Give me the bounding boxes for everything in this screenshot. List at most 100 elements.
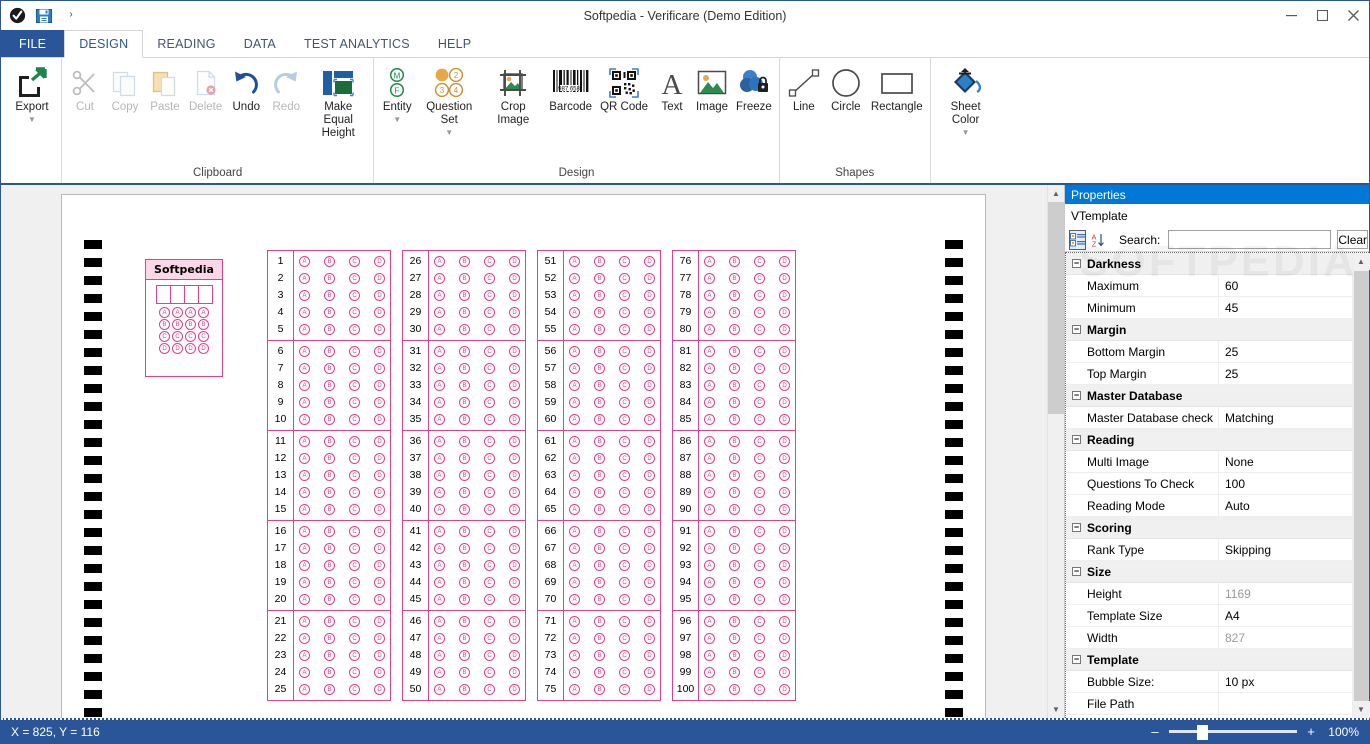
bubble-b[interactable]: B <box>459 560 470 571</box>
bubble-d[interactable]: D <box>374 594 385 605</box>
bubble-a[interactable]: A <box>434 487 445 498</box>
bubble-d[interactable]: D <box>779 560 790 571</box>
redo-button[interactable]: Redo <box>266 62 306 114</box>
property-value[interactable] <box>1218 714 1352 718</box>
bubble-a[interactable]: A <box>434 324 445 335</box>
bubble-a[interactable]: A <box>198 307 209 318</box>
bubble-a[interactable]: A <box>434 290 445 301</box>
scroll-track[interactable] <box>1047 202 1064 701</box>
bubble-c[interactable]: C <box>619 307 630 318</box>
entity-bubble-grid[interactable]: AAAABBBBCCCCDDDD <box>146 304 222 354</box>
bubble-a[interactable]: A <box>434 633 445 644</box>
bubble-c[interactable]: C <box>619 487 630 498</box>
bubble-c[interactable]: C <box>754 560 765 571</box>
bubble-d[interactable]: D <box>779 487 790 498</box>
bubble-b[interactable]: B <box>459 307 470 318</box>
bubble-c[interactable]: C <box>484 504 495 515</box>
bubble-d[interactable]: D <box>644 346 655 357</box>
property-value[interactable]: 827 <box>1218 626 1352 649</box>
bubble-b[interactable]: B <box>594 324 605 335</box>
bubble-b[interactable]: B <box>594 414 605 425</box>
bubble-a[interactable]: A <box>299 667 310 678</box>
bubble-b[interactable]: B <box>729 594 740 605</box>
question-group[interactable]: 26 27 28 29 30 A B C D A B C D A B C D A B C D A B C D <box>402 250 526 340</box>
props-scroll-down-arrow-icon[interactable]: ▼ <box>1352 701 1370 718</box>
bubble-a[interactable]: A <box>299 526 310 537</box>
bubble-d[interactable]: D <box>374 363 385 374</box>
bubble-a[interactable]: A <box>434 667 445 678</box>
bubble-a[interactable]: A <box>569 307 580 318</box>
bubble-a[interactable]: A <box>569 256 580 267</box>
property-row[interactable]: Include Shades <box>1066 714 1352 718</box>
bubble-b[interactable]: B <box>729 290 740 301</box>
collapse-expander-icon[interactable]: − <box>1072 391 1081 400</box>
bubble-c[interactable]: C <box>754 470 765 481</box>
bubble-d[interactable]: D <box>374 470 385 481</box>
bubble-c[interactable]: C <box>619 633 630 644</box>
bubble-b[interactable]: B <box>159 319 170 330</box>
bubble-b[interactable]: B <box>459 594 470 605</box>
bubble-d[interactable]: D <box>509 577 520 588</box>
entity-button[interactable]: M F Entity ▼ <box>377 62 417 124</box>
bubble-b[interactable]: B <box>594 616 605 627</box>
bubble-a[interactable]: A <box>704 650 715 661</box>
bubble-c[interactable]: C <box>349 414 360 425</box>
bubble-c[interactable]: C <box>484 684 495 695</box>
bubble-d[interactable]: D <box>374 324 385 335</box>
bubble-c[interactable]: C <box>349 684 360 695</box>
entity-cell[interactable] <box>184 285 199 304</box>
bubble-d[interactable]: D <box>509 594 520 605</box>
bubble-c[interactable]: C <box>619 436 630 447</box>
bubble-b[interactable]: B <box>594 543 605 554</box>
bubble-d[interactable]: D <box>644 650 655 661</box>
bubble-a[interactable]: A <box>299 684 310 695</box>
bubble-a[interactable]: A <box>434 543 445 554</box>
text-button[interactable]: A Text <box>652 62 692 114</box>
bubble-c[interactable]: C <box>754 414 765 425</box>
bubble-c[interactable]: C <box>349 667 360 678</box>
bubble-b[interactable]: B <box>729 650 740 661</box>
properties-grid[interactable]: − Darkness Maximum 60 Minimum 45− Margin Bottom… <box>1065 253 1352 718</box>
bubble-a[interactable]: A <box>569 436 580 447</box>
property-category-margin[interactable]: − Margin <box>1066 319 1352 341</box>
tab-data[interactable]: DATA <box>230 30 290 57</box>
bubble-d[interactable]: D <box>374 273 385 284</box>
bubble-b[interactable]: B <box>459 290 470 301</box>
bubble-c[interactable]: C <box>754 453 765 464</box>
bubble-c[interactable]: C <box>484 363 495 374</box>
scroll-thumb[interactable] <box>1047 202 1064 414</box>
bubble-b[interactable]: B <box>324 543 335 554</box>
copy-button[interactable]: Copy <box>105 62 145 114</box>
property-row[interactable]: File Path <box>1066 692 1352 715</box>
bubble-d[interactable]: D <box>374 616 385 627</box>
bubble-c[interactable]: C <box>619 324 630 335</box>
bubble-b[interactable]: B <box>729 504 740 515</box>
bubble-d[interactable]: D <box>374 397 385 408</box>
bubble-a[interactable]: A <box>704 487 715 498</box>
zoom-out-button[interactable]: – <box>1149 724 1161 739</box>
design-canvas[interactable]: Softpedia AAAABBBBCCCCDDDD 12345ABCDABCD… <box>1 185 1064 718</box>
question-columns[interactable]: 1 2 3 4 5 A B C D A B C D A B C D A B C D A B C D 6 7 8 9 10 A B C D A B C D A… <box>267 250 796 701</box>
bubble-d[interactable]: D <box>509 290 520 301</box>
bubble-b[interactable]: B <box>594 380 605 391</box>
bubble-c[interactable]: C <box>619 470 630 481</box>
bubble-a[interactable]: A <box>704 470 715 481</box>
bubble-b[interactable]: B <box>324 273 335 284</box>
bubble-c[interactable]: C <box>159 331 170 342</box>
bubble-d[interactable]: D <box>644 397 655 408</box>
bubble-b[interactable]: B <box>459 667 470 678</box>
scroll-up-arrow-icon[interactable]: ▲ <box>1047 185 1064 202</box>
bubble-a[interactable]: A <box>299 414 310 425</box>
bubble-d[interactable]: D <box>509 453 520 464</box>
bubble-c[interactable]: C <box>484 380 495 391</box>
bubble-a[interactable]: A <box>704 633 715 644</box>
bubble-b[interactable]: B <box>594 633 605 644</box>
bubble-d[interactable]: D <box>374 436 385 447</box>
bubble-d[interactable]: D <box>509 650 520 661</box>
bubble-d[interactable]: D <box>644 526 655 537</box>
bubble-b[interactable]: B <box>594 650 605 661</box>
bubble-b[interactable]: B <box>459 436 470 447</box>
bubble-a[interactable]: A <box>299 560 310 571</box>
property-category-darkness[interactable]: − Darkness <box>1066 253 1352 275</box>
bubble-d[interactable]: D <box>644 560 655 571</box>
